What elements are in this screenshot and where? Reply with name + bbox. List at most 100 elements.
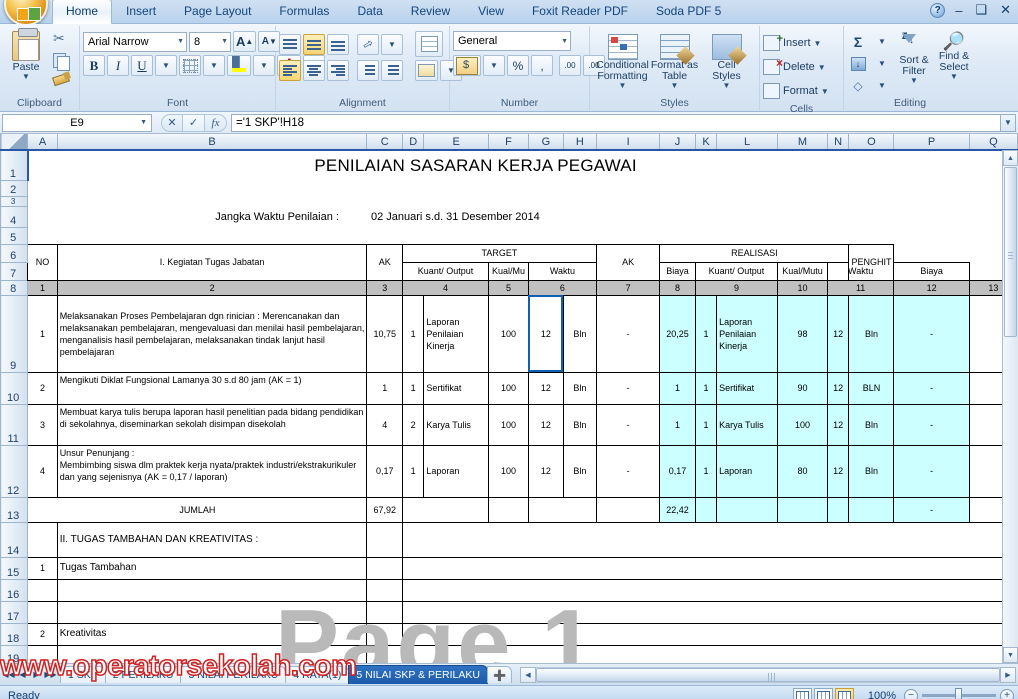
row4-no[interactable]: 4 [27,444,58,498]
sheet-tab-4-rata[interactable]: 4 RATA(1) [285,666,350,683]
jumlah-ak-target[interactable]: 67,92 [366,496,403,523]
row4-real-kuant-num[interactable]: 1 [694,444,718,498]
col-header-Q[interactable]: Q [968,134,1018,151]
copy-icon[interactable] [51,51,71,71]
merge-center-button[interactable] [415,60,438,81]
row4-real-kuant-text[interactable]: Laporan [716,444,779,498]
cell-A1[interactable] [26,149,58,180]
col-header-L[interactable]: L [716,134,779,151]
row3-real-kual[interactable]: 100 [777,403,828,446]
cell-Q6[interactable] [893,244,970,262]
zoom-slider[interactable]: − + [904,688,1014,699]
insert-worksheet-icon[interactable]: ➕ [486,666,513,683]
underline-button[interactable]: U [131,55,153,76]
section2-no[interactable] [27,521,58,558]
formula-input[interactable]: ='1 SKP'!H18 [231,113,1001,132]
restore-button[interactable]: ❑ [972,2,990,18]
underline-dropdown[interactable]: ▼ [155,55,177,76]
tab-data[interactable]: Data [343,0,396,23]
accounting-dropdown[interactable]: ▼ [483,55,505,76]
row3-real-satuan[interactable]: Bln [848,403,895,446]
colnum-12[interactable]: 12 [893,279,970,296]
name-box[interactable]: E9 ▼ [2,113,152,132]
row2-target-waktu[interactable]: 12 [527,371,564,405]
scroll-up-button[interactable]: ▲ [1003,150,1018,166]
row1-target-kual[interactable]: 100 [488,294,529,373]
chevron-down-icon[interactable]: ▼ [910,77,918,85]
chevron-down-icon[interactable]: ▼ [140,119,147,126]
row-5-cells[interactable] [27,227,1018,244]
hdr-target-biaya[interactable]: Biaya [659,261,696,281]
row2-real-satuan[interactable]: BLN [848,371,895,405]
row3-target-kuant-num[interactable]: 2 [401,403,425,446]
vertical-scroll-thumb[interactable] [1004,167,1017,337]
col-header-M[interactable]: M [777,134,828,151]
row-header-2[interactable]: 2 [0,179,29,197]
row3-ak-target[interactable]: 4 [366,403,403,446]
cell-styles-button[interactable]: Cell Styles ▼ [703,32,751,90]
jumlah-label[interactable]: JUMLAH [27,496,368,523]
row2-target-kuant-text[interactable]: Sertifikat [423,371,490,405]
row-header-14[interactable]: 14 [0,521,29,558]
conditional-formatting-button[interactable]: Conditional Formatting ▼ [596,32,649,90]
format-as-table-button[interactable]: Format as Table ▼ [651,32,699,90]
extra-row-5-label[interactable] [56,644,368,663]
row3-real-waktu[interactable]: 12 [826,403,850,446]
decrease-indent-button[interactable] [357,60,379,81]
row1-ak-target[interactable]: 10,75 [366,294,403,373]
chevron-down-icon[interactable]: ▼ [173,38,184,45]
autosum-dropdown[interactable]: ▼ [871,31,893,52]
row4-real-satuan[interactable]: Bln [848,444,895,498]
row2-real-waktu[interactable]: 12 [826,371,850,405]
chevron-down-icon[interactable]: ▼ [22,73,30,81]
increase-indent-button[interactable] [381,60,403,81]
row1-real-kual[interactable]: 98 [777,294,828,373]
align-middle-button[interactable] [303,33,325,55]
close-button[interactable]: ✕ [997,2,1014,18]
cell-title[interactable]: PENILAIAN SASARAN KERJA PEGAWAI [57,149,894,180]
font-size-combo[interactable]: 8 ▼ [189,31,231,52]
extra-row-2-rest[interactable] [402,578,1018,602]
hdr-kegiatan[interactable]: I. Kegiatan Tugas Jabatan [56,243,368,281]
row3-no[interactable]: 3 [27,403,58,446]
scroll-left-button[interactable]: ◀ [520,666,536,683]
next-sheet-icon[interactable]: ▶ [30,670,43,679]
chevron-down-icon[interactable]: ▼ [950,73,958,81]
col-header-N[interactable]: N [826,134,850,151]
jumlah-real-biaya[interactable]: - [893,496,970,523]
select-all-corner[interactable] [0,134,29,151]
page-layout-view-button[interactable] [814,687,833,699]
row-header-13[interactable]: 13 [0,496,29,523]
orientation-dropdown[interactable]: ▼ [381,33,403,55]
colnum-8[interactable]: 8 [659,279,696,296]
col-header-B[interactable]: B [56,134,368,151]
col-header-O[interactable]: O [848,134,895,151]
hdr-realisasi[interactable]: REALISASI [659,243,850,263]
enter-formula-button[interactable]: ✓ [183,113,205,132]
format-painter-icon[interactable] [51,71,71,89]
chevron-down-icon[interactable]: ▼ [814,39,822,47]
horizontal-scroll-thumb[interactable] [536,667,1000,682]
sheet-tab-5-nilai-skp-perilaku[interactable]: 5 NILAI SKP & PERILAKU [348,665,488,684]
chevron-down-icon[interactable]: ▼ [217,38,228,45]
sheet-tab-3-nilai-perilaku[interactable]: 3 NILAI PERILAKU [180,666,287,683]
percent-style-button[interactable]: % [507,55,529,76]
extra-row-2-label[interactable] [56,578,368,602]
hdr-real-kual[interactable]: Kual/Mutu [777,261,828,281]
extra-row-4-label[interactable]: Kreativitas [56,622,368,646]
last-sheet-icon[interactable]: ▶▶ [44,670,57,679]
row-header-15[interactable]: 15 [0,556,29,580]
fill-color-button[interactable]: █ [227,55,251,76]
chevron-down-icon[interactable]: ▼ [619,82,627,90]
hdr-target-kual[interactable]: Kual/Mu [488,261,529,281]
extra-row-3-label[interactable] [56,600,368,624]
extra-row-2-c[interactable] [366,578,403,602]
align-left-button[interactable] [279,60,301,81]
row-header-17[interactable]: 17 [0,600,29,624]
extra-row-2-no[interactable] [27,578,58,602]
row2-real-kual[interactable]: 90 [777,371,828,405]
zoom-thumb[interactable] [955,688,962,699]
hdr-ak-target[interactable]: AK [366,243,403,281]
prev-sheet-icon[interactable]: ◀ [16,670,29,679]
row1-target-kuant-text[interactable]: Laporan Penilaian Kinerja [423,294,490,373]
